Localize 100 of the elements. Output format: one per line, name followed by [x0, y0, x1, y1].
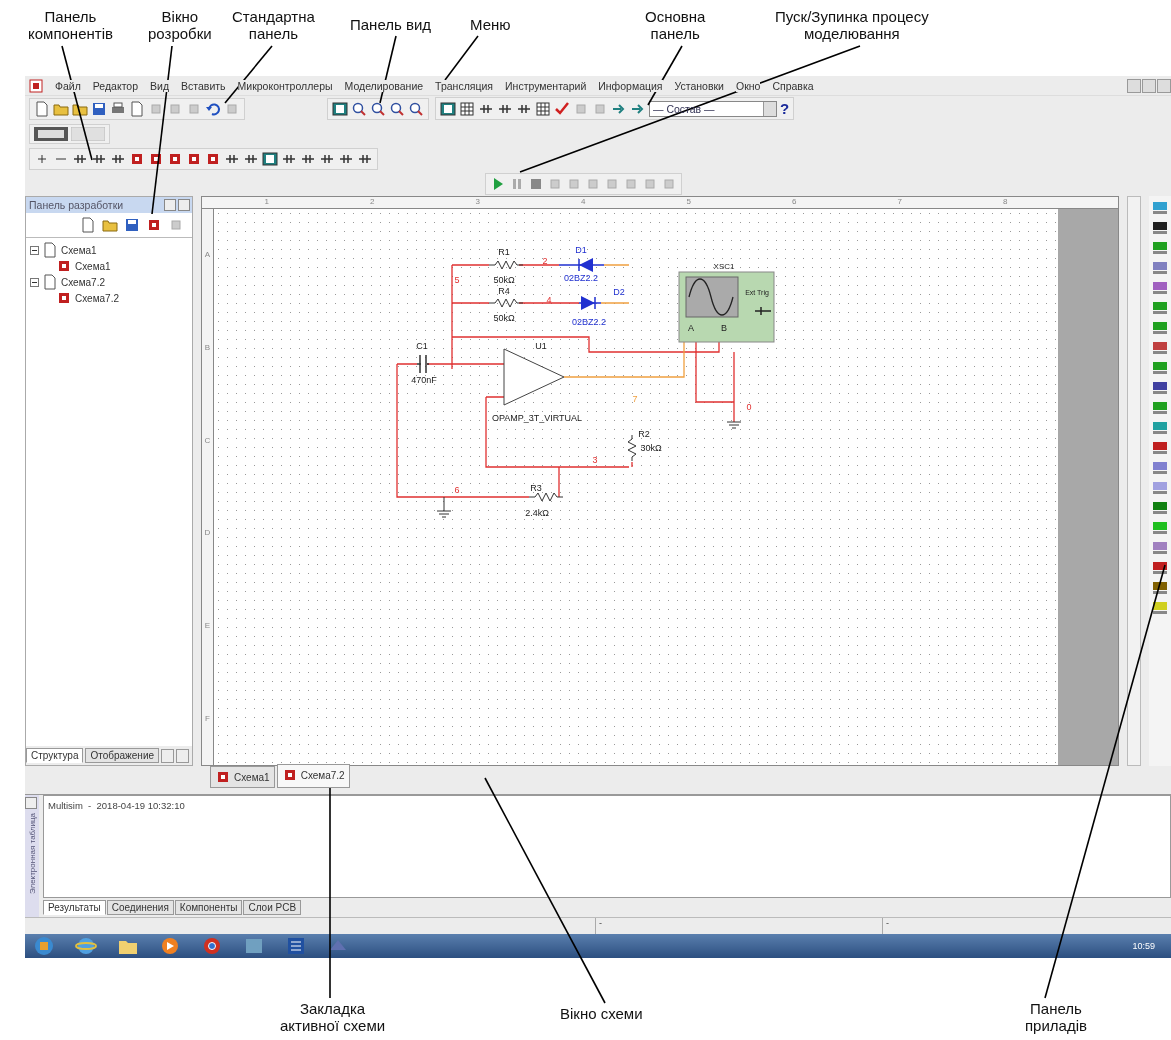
component-label: D2 — [613, 287, 625, 297]
collapse-icon[interactable] — [30, 277, 39, 287]
menu-item[interactable]: Установки — [674, 79, 724, 92]
sheet-tab[interactable]: Схема7.2 — [276, 764, 350, 788]
grid-icon[interactable] — [535, 100, 551, 117]
ruler-label: D — [204, 528, 211, 539]
layout-icon[interactable] — [34, 126, 68, 141]
zoom-area-icon[interactable] — [389, 100, 405, 117]
menu-item[interactable]: Вид — [150, 79, 170, 92]
app-icon[interactable] — [29, 78, 43, 93]
panel-symbol-icon[interactable] — [262, 150, 278, 167]
component-label: 02BZ2.2 — [564, 273, 598, 283]
menu-item[interactable]: Информация — [598, 79, 663, 92]
ruler-label: 8 — [1003, 197, 1008, 208]
collapse-icon[interactable] — [30, 245, 39, 255]
close-icon[interactable] — [1157, 78, 1171, 93]
instrument-icon[interactable] — [1153, 222, 1167, 234]
callout-label: Меню — [470, 16, 511, 33]
callout-label: Панель компонентів — [28, 8, 113, 42]
callout-label: Стандартна панель — [232, 8, 315, 42]
instrument-icon[interactable] — [1153, 562, 1167, 574]
panel-tab[interactable]: Отображение — [85, 748, 160, 763]
panel-tab[interactable]: Структура — [26, 748, 84, 763]
menu-item[interactable]: Трансляция — [435, 79, 494, 92]
sheet-icon[interactable] — [56, 290, 72, 306]
callout-label: Закладка активної схеми — [280, 1000, 386, 1034]
ruler-label: 7 — [897, 197, 902, 208]
component-label: OPAMP_3T_VIRTUAL — [491, 413, 583, 423]
component-label: D1 — [575, 245, 587, 255]
help-button[interactable]: ? — [780, 100, 790, 117]
callout-label: Вікно схеми — [560, 1005, 643, 1022]
menu-item[interactable]: Инструментарий — [505, 79, 587, 92]
document-icon[interactable] — [42, 274, 58, 290]
menu-item[interactable]: Вставить — [181, 79, 226, 92]
panel-icon[interactable] — [332, 100, 348, 117]
pin-icon[interactable] — [164, 199, 176, 211]
document-icon[interactable] — [285, 936, 307, 956]
new-page-icon[interactable] — [80, 217, 96, 233]
tree-item[interactable]: Схема1 — [75, 260, 111, 272]
scroll-left-button[interactable] — [161, 748, 175, 763]
clock: 10:59 — [1132, 941, 1156, 951]
ruler-label: C — [204, 435, 211, 446]
zoom-in-icon[interactable] — [351, 100, 367, 117]
close-icon[interactable] — [25, 797, 37, 809]
ruler-label: B — [204, 343, 211, 353]
close-icon[interactable] — [178, 199, 190, 211]
scrollbar[interactable] — [1127, 196, 1141, 766]
globe-icon[interactable] — [75, 936, 97, 956]
net-label: 0 — [746, 402, 752, 412]
hierarchy-icon[interactable] — [440, 100, 456, 117]
output-tab[interactable]: Результаты — [43, 900, 106, 915]
net-label: 7 — [632, 394, 638, 404]
menu-item[interactable]: Файл — [55, 79, 81, 92]
sheet-icon[interactable] — [56, 258, 72, 274]
grid-icon[interactable] — [459, 100, 475, 117]
menu-item[interactable]: Справка — [772, 79, 814, 92]
component-label: R1 — [498, 247, 510, 257]
play-icon[interactable] — [159, 936, 181, 956]
component-label: 02BZ2.2 — [572, 317, 606, 327]
sheet-tab[interactable]: Схема1 — [210, 766, 275, 788]
component-label: 50kΩ — [493, 313, 515, 323]
tree-item[interactable]: Схема7.2 — [61, 276, 105, 288]
net-label: 6 — [454, 485, 460, 495]
net-label: 2 — [542, 256, 548, 266]
ruler-label: 6 — [792, 197, 797, 208]
minimize-icon[interactable] — [1127, 78, 1141, 93]
component-label: U1 — [535, 341, 547, 351]
component-label: 30kΩ — [640, 443, 662, 453]
menu-item[interactable]: Окно — [736, 79, 761, 92]
ruler-label: 4 — [581, 197, 586, 208]
new-page-icon[interactable] — [34, 100, 50, 117]
component-label: 470nF — [411, 375, 437, 385]
start-button[interactable] — [33, 936, 55, 956]
zoom-fit-icon[interactable] — [408, 100, 424, 117]
instrument-icon[interactable] — [1153, 602, 1167, 614]
document-icon[interactable] — [42, 242, 58, 258]
menu-item[interactable]: Микроконтроллеры — [237, 79, 333, 92]
output-tab[interactable]: Компоненты — [174, 900, 243, 915]
zoom-out-icon[interactable] — [370, 100, 386, 117]
check-icon[interactable] — [554, 100, 570, 117]
tree-item[interactable]: Схема1 — [61, 244, 97, 256]
log-line: Multisim - 2018-04-19 10:32:10 — [48, 800, 186, 811]
component-label: R3 — [530, 483, 542, 493]
menu-item[interactable]: Моделирование — [344, 79, 424, 92]
window-icon[interactable] — [243, 936, 265, 956]
tree-item[interactable]: Схема7.2 — [75, 292, 119, 304]
instrument-icon[interactable] — [1153, 382, 1167, 394]
ring-icon[interactable] — [201, 936, 223, 956]
layout-icon[interactable] — [71, 126, 105, 141]
scroll-right-button[interactable] — [176, 748, 190, 763]
undo-icon[interactable] — [205, 100, 221, 117]
callout-label: Панель вид — [350, 16, 432, 33]
restore-icon[interactable] — [1142, 78, 1156, 93]
component-label: C1 — [416, 341, 428, 351]
output-tab[interactable]: Соединения — [106, 900, 174, 915]
panel-title: Панель разработки — [29, 199, 125, 211]
ruler-label: E — [204, 620, 211, 631]
menu-item[interactable]: Редактор — [92, 79, 139, 92]
instrument-icon[interactable] — [1153, 582, 1167, 594]
output-tab[interactable]: Слои PCB — [243, 900, 302, 915]
